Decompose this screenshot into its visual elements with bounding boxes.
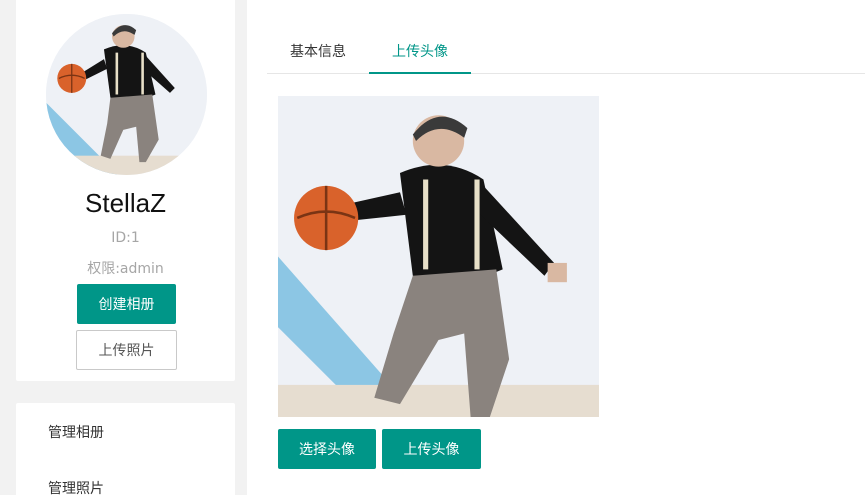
menu-item-manage-albums[interactable]: 管理相册 — [48, 422, 104, 442]
avatar-photo — [46, 14, 207, 175]
menu-item-manage-photos[interactable]: 管理照片 — [48, 478, 104, 495]
tab-basic-info[interactable]: 基本信息 — [267, 32, 369, 74]
choose-avatar-button[interactable]: 选择头像 — [278, 429, 376, 469]
tab-bar: 基本信息 上传头像 — [267, 32, 865, 74]
avatar — [46, 14, 207, 175]
user-role: 权限:admin — [87, 261, 164, 277]
side-menu: 管理相册 管理照片 — [16, 403, 235, 495]
upload-avatar-button[interactable]: 上传头像 — [382, 429, 481, 469]
avatar-preview — [278, 96, 599, 417]
avatar-preview-photo — [278, 96, 599, 417]
upload-photo-button[interactable]: 上传照片 — [76, 330, 177, 370]
main-panel: 基本信息 上传头像 选择头像 上传头像 — [247, 0, 865, 495]
create-album-button[interactable]: 创建相册 — [77, 284, 176, 324]
tab-upload-avatar[interactable]: 上传头像 — [369, 32, 471, 74]
username: StellaZ — [85, 188, 166, 218]
user-id: ID:1 — [111, 230, 140, 246]
profile-card: StellaZ ID:1 权限:admin 创建相册 上传照片 — [16, 0, 235, 381]
